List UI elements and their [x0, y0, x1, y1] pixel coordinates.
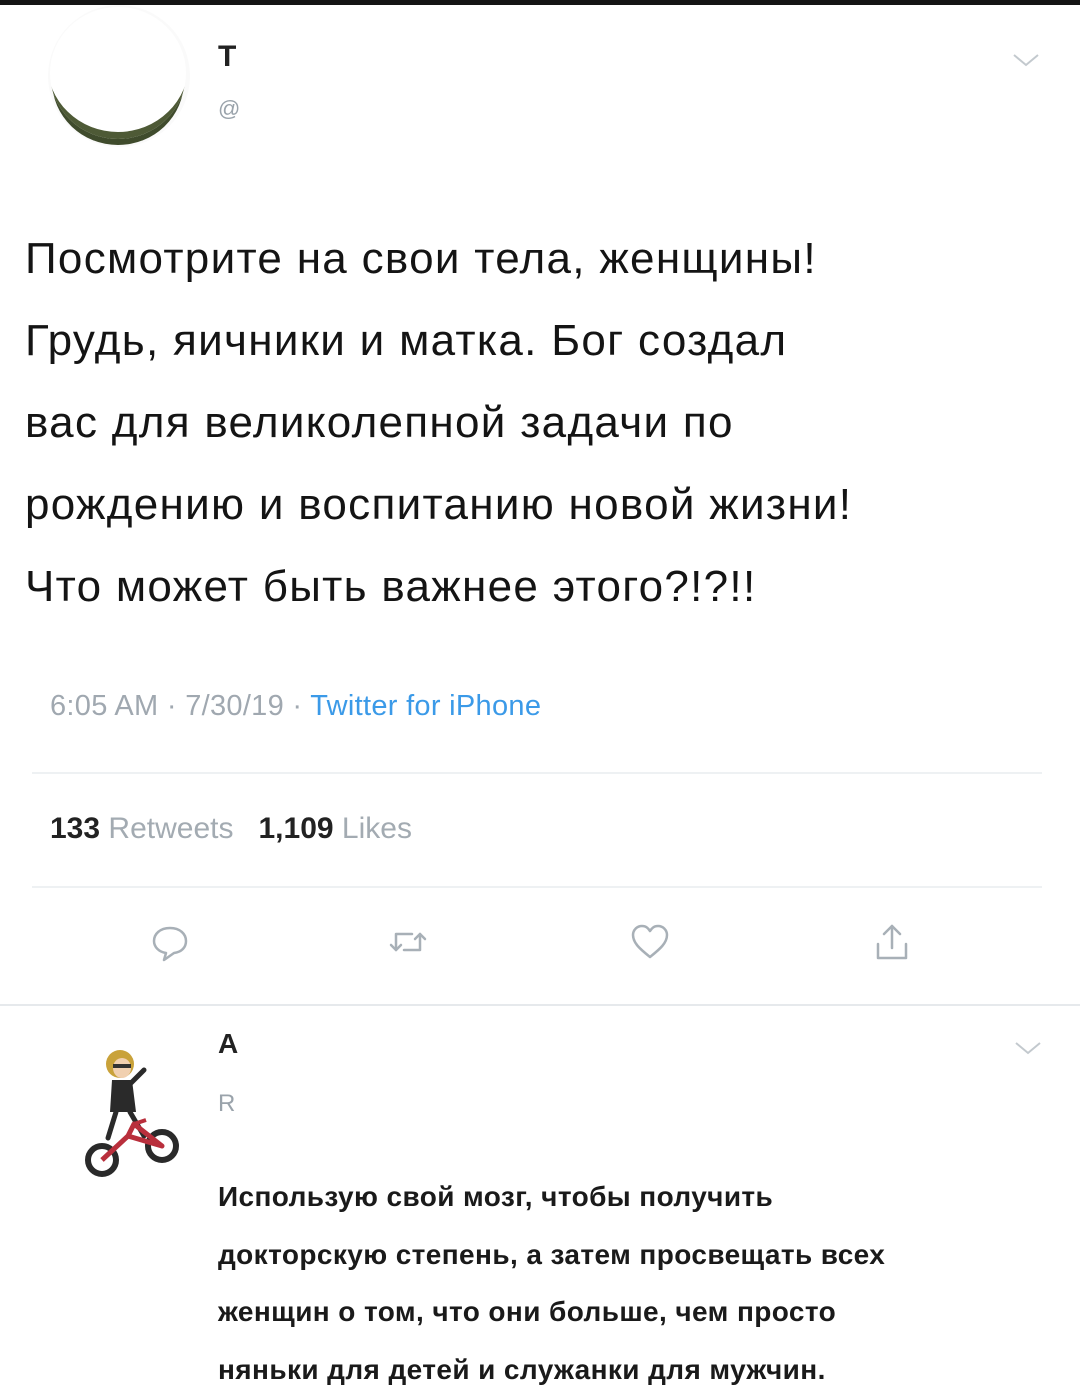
tweet-stats: 133 Retweets 1,109 Likes [50, 812, 412, 846]
retweet-icon[interactable] [386, 920, 430, 964]
replying-to: R [218, 1090, 235, 1118]
tweet-text: Посмотрите на свои тела, женщины! Грудь,… [25, 218, 1065, 628]
meta-separator: · [292, 690, 302, 722]
tweet-text-line: Грудь, яичники и матка. Бог создал [25, 300, 1065, 382]
heart-icon[interactable] [628, 920, 672, 964]
meta-separator: · [167, 690, 177, 722]
tweet-text-line: рождению и воспитанию новой жизни! [25, 464, 1065, 546]
likes-count[interactable]: 1,109 [258, 812, 333, 845]
divider [0, 1004, 1080, 1006]
reply-text-line: докторскую степень, а затем просвещать в… [218, 1226, 1068, 1284]
likes-label[interactable]: Likes [342, 812, 412, 845]
divider [32, 772, 1042, 774]
top-border [0, 0, 1080, 5]
chevron-down-icon[interactable] [1012, 52, 1040, 68]
reply-text: Использую свой мозг, чтобы получить докт… [218, 1168, 1068, 1398]
reply-text-line: няньки для детей и служанки для мужчин. [218, 1341, 1068, 1398]
tweet-date[interactable]: 7/30/19 [185, 690, 284, 722]
share-icon[interactable] [870, 920, 914, 964]
author-name[interactable]: Т [218, 40, 236, 74]
reply-text-line: женщин о том, что они больше, чем просто [218, 1283, 1068, 1341]
author-handle[interactable]: @ [218, 96, 240, 122]
tweet-text-line: Что может быть важнее этого?!?!! [25, 546, 1065, 628]
crop-edge [200, 1160, 220, 1374]
reply-text-line: Использую свой мозг, чтобы получить [218, 1168, 1068, 1226]
avatar-redaction [50, 7, 186, 139]
tweet-meta: 6:05 AM · 7/30/19 · Twitter for iPhone [50, 690, 541, 723]
tweet-time: 6:05 AM [50, 690, 159, 722]
reply-icon[interactable] [148, 920, 192, 964]
tweet-text-line: вас для великолепной задачи по [25, 382, 1065, 464]
reply-author-name[interactable]: А [218, 1028, 238, 1060]
retweets-count[interactable]: 133 [50, 812, 100, 845]
chevron-down-icon[interactable] [1014, 1040, 1042, 1056]
reply-author-avatar[interactable] [82, 1040, 184, 1180]
author-avatar[interactable] [48, 5, 190, 147]
tweet-text-line: Посмотрите на свои тела, женщины! [25, 218, 1065, 300]
divider [32, 886, 1042, 888]
tweet-source-link[interactable]: Twitter for iPhone [310, 690, 541, 722]
retweets-label[interactable]: Retweets [108, 812, 233, 845]
